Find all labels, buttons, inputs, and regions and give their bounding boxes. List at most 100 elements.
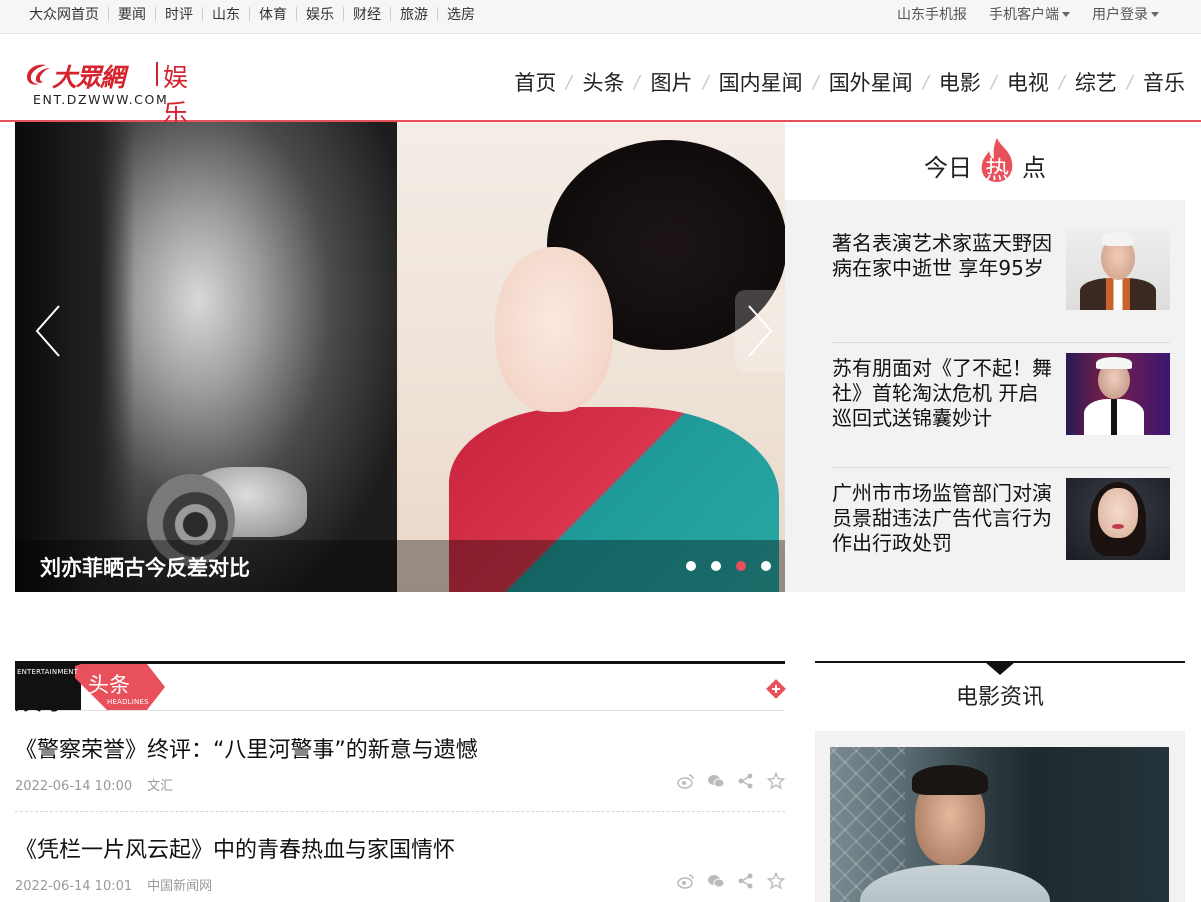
logo-swirl-icon <box>27 64 50 85</box>
slider-next-button[interactable] <box>735 290 785 372</box>
star-icon[interactable] <box>767 872 785 890</box>
nav-separator: / <box>1125 71 1135 93</box>
top-right-links: 山东手机报 手机客户端 用户登录 <box>875 0 1159 28</box>
flame-icon: 热 <box>976 136 1018 184</box>
hot-item[interactable]: 著名表演艺术家蓝天野因病在家中逝世 享年95岁 <box>832 218 1170 343</box>
site-logo[interactable]: 大眾網 娱乐 ENT.DZWWW.COM <box>24 56 204 128</box>
top-nav-shandong[interactable]: 山东 <box>203 4 249 24</box>
top-nav-home[interactable]: 大众网首页 <box>20 4 108 24</box>
hot-item-title[interactable]: 苏有朋面对《了不起！舞社》首轮淘汰危机 开启巡回式送锦囊妙计 <box>832 356 1054 431</box>
logo-brand: 大眾網 <box>52 63 125 92</box>
nav-tv[interactable]: 电视 <box>1007 67 1049 97</box>
nav-separator: / <box>920 71 931 93</box>
movie-news-title[interactable]: 电影资讯 <box>815 679 1185 711</box>
top-nav-travel[interactable]: 旅游 <box>391 4 437 24</box>
slide-image-right <box>397 122 785 592</box>
article-source: 文汇 <box>147 779 174 794</box>
hot-title-mid: 热 <box>985 156 1009 184</box>
share-icon[interactable] <box>737 772 755 790</box>
top-nav-sports[interactable]: 体育 <box>250 4 296 24</box>
nav-separator: / <box>810 71 821 93</box>
logo-channel: 娱乐 <box>163 63 189 128</box>
mobile-news-link[interactable]: 山东手机报 <box>897 4 967 24</box>
hot-title-left: 今日 <box>924 154 972 182</box>
featured-slider[interactable]: 刘亦菲晒古今反差对比 <box>15 122 785 592</box>
thumb-shape <box>1112 524 1124 529</box>
thumb-shape <box>1102 232 1134 246</box>
hot-title-right: 点 <box>1022 154 1046 182</box>
nav-headlines[interactable]: 头条 <box>582 67 624 97</box>
more-plus-icon[interactable] <box>766 679 786 699</box>
article-title[interactable]: 《警察荣誉》终评：“八里河警事”的新意与遗憾 <box>15 732 478 764</box>
slider-prev-button[interactable] <box>23 290 73 372</box>
star-icon[interactable] <box>767 772 785 790</box>
nav-variety[interactable]: 综艺 <box>1075 67 1117 97</box>
article-item: 《警察荣誉》终评：“八里河警事”的新意与遗憾 2022-06-14 10:00 文… <box>15 712 785 812</box>
headlines-section-header: ENTERTAINMENT 娱乐 头条 HEADLINES <box>14 661 786 716</box>
hot-item[interactable]: 苏有朋面对《了不起！舞社》首轮淘汰危机 开启巡回式送锦囊妙计 <box>832 343 1170 468</box>
slider-dot-3[interactable] <box>736 561 746 571</box>
weibo-icon[interactable] <box>677 772 695 790</box>
share-icon[interactable] <box>737 872 755 890</box>
top-nav-housing[interactable]: 选房 <box>438 4 484 24</box>
hot-item-title[interactable]: 著名表演艺术家蓝天野因病在家中逝世 享年95岁 <box>832 231 1054 281</box>
nav-home[interactable]: 首页 <box>514 67 556 97</box>
hot-item-thumbnail[interactable] <box>1066 353 1170 435</box>
top-nav-finance[interactable]: 财经 <box>344 4 390 24</box>
nav-music[interactable]: 音乐 <box>1143 67 1185 97</box>
nav-movies[interactable]: 电影 <box>939 67 981 97</box>
top-nav-news[interactable]: 要闻 <box>109 4 155 24</box>
pointer-triangle-icon <box>985 662 1015 675</box>
thumb-shape <box>1084 399 1144 435</box>
slider-dot-4[interactable] <box>761 561 771 571</box>
login-dropdown[interactable]: 用户登录 <box>1092 4 1159 24</box>
slider-dot-1[interactable] <box>686 561 696 571</box>
client-dropdown[interactable]: 手机客户端 <box>989 4 1070 24</box>
chevron-right-icon <box>748 305 773 357</box>
image-shape <box>912 765 988 795</box>
top-nav: 大众网首页 要闻 时评 山东 体育 娱乐 财经 旅游 选房 <box>20 0 484 28</box>
share-buttons <box>665 772 785 790</box>
login-label: 用户登录 <box>1092 7 1148 23</box>
slide-shape <box>495 247 613 412</box>
slider-dot-2[interactable] <box>711 561 721 571</box>
top-nav-commentary[interactable]: 时评 <box>156 4 202 24</box>
article-title[interactable]: 《凭栏一片风云起》中的青春热血与家国情怀 <box>15 832 455 864</box>
article-meta: 2022-06-14 10:01 中国新闻网 <box>15 875 212 894</box>
chevron-down-icon <box>1151 11 1159 17</box>
movie-news-image[interactable] <box>830 747 1169 902</box>
hot-item-title[interactable]: 广州市市场监管部门对演员景甜违法广告代言行为作出行政处罚 <box>832 481 1054 556</box>
article-time: 2022-06-14 10:01 <box>15 879 133 894</box>
slide-caption-bar: 刘亦菲晒古今反差对比 <box>15 540 785 592</box>
section-en-top: ENTERTAINMENT <box>17 668 79 676</box>
nav-separator: / <box>988 71 999 93</box>
chevron-left-icon <box>35 305 60 357</box>
slide-caption[interactable]: 刘亦菲晒古今反差对比 <box>40 552 250 582</box>
share-buttons <box>665 872 785 890</box>
chevron-down-icon <box>1062 11 1070 17</box>
hot-item-thumbnail[interactable] <box>1066 228 1170 310</box>
wechat-icon[interactable] <box>707 772 725 790</box>
section-en-bottom: HEADLINES <box>107 698 149 706</box>
top-bar: 大众网首页 要闻 时评 山东 体育 娱乐 财经 旅游 选房 山东手机报 手机客户… <box>0 0 1201 34</box>
nav-separator: / <box>632 71 643 93</box>
hot-item-thumbnail[interactable] <box>1066 478 1170 560</box>
wechat-icon[interactable] <box>707 872 725 890</box>
nav-domestic-stars[interactable]: 国内星闻 <box>719 67 803 97</box>
client-label: 手机客户端 <box>989 7 1059 23</box>
logo-divider <box>156 62 158 86</box>
hot-today-panel: 今日热点 著名表演艺术家蓝天野因病在家中逝世 享年95岁 苏有朋面对《了不起！舞… <box>785 122 1185 592</box>
hot-today-header: 今日热点 <box>785 122 1185 200</box>
main-nav: 首页 / 头条 / 图片 / 国内星闻 / 国外星闻 / 电影 / 电视 / 综… <box>514 68 1185 96</box>
article-time: 2022-06-14 10:00 <box>15 779 133 794</box>
article-source: 中国新闻网 <box>147 879 213 894</box>
nav-separator: / <box>700 71 711 93</box>
site-header: 大眾網 娱乐 ENT.DZWWW.COM 首页 / 头条 / 图片 / 国内星闻… <box>0 34 1201 128</box>
top-nav-entertainment[interactable]: 娱乐 <box>297 4 343 24</box>
thumb-shape <box>1080 278 1156 310</box>
nav-photos[interactable]: 图片 <box>651 67 693 97</box>
nav-foreign-stars[interactable]: 国外星闻 <box>829 67 913 97</box>
weibo-icon[interactable] <box>677 872 695 890</box>
hot-item[interactable]: 广州市市场监管部门对演员景甜违法广告代言行为作出行政处罚 <box>832 468 1170 593</box>
section-tag: ENTERTAINMENT 娱乐 头条 HEADLINES <box>14 664 165 716</box>
